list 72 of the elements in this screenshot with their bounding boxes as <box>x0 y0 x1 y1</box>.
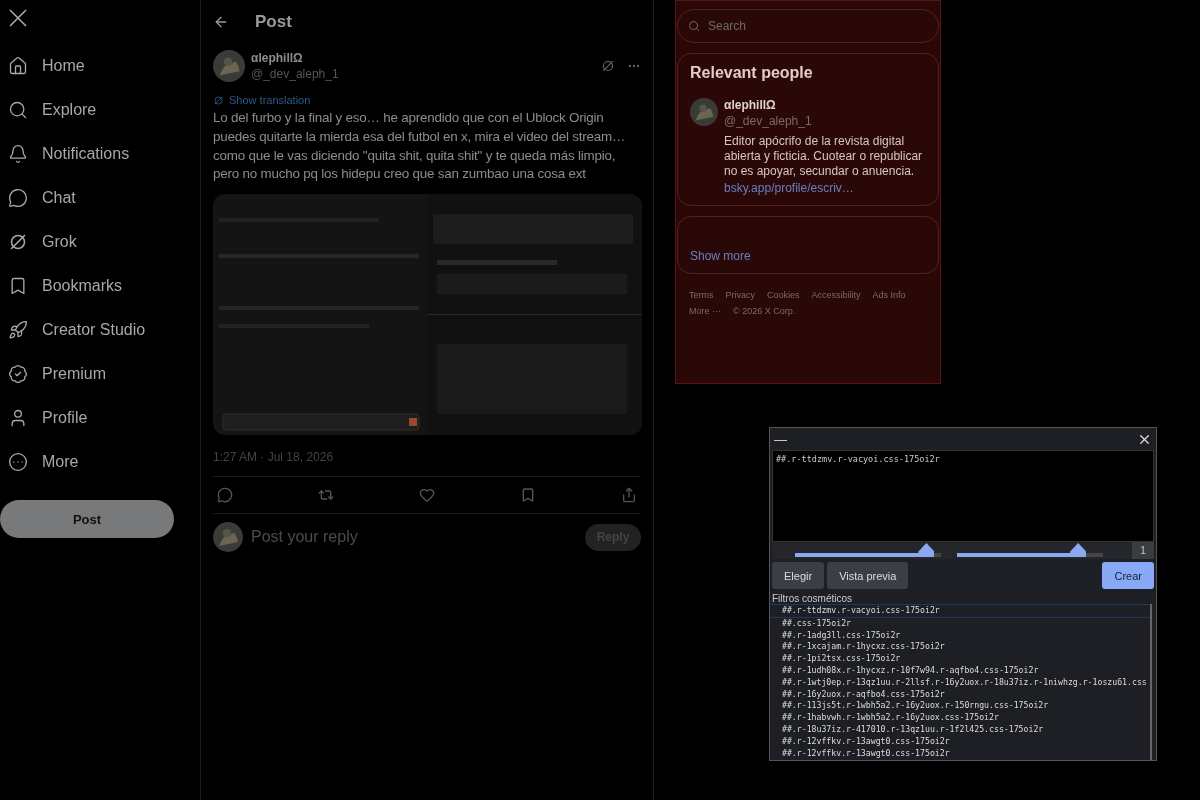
slider[interactable] <box>795 543 941 557</box>
footer-link[interactable]: Privacy <box>725 290 755 300</box>
footer-link[interactable]: Terms <box>689 290 714 300</box>
filter-item[interactable]: ##.r-12vffkv.r-13awgt0.css-175oi2r <box>770 735 1150 748</box>
nav-item[interactable]: Chat <box>0 176 200 220</box>
reply-icon[interactable] <box>217 487 233 504</box>
person-name[interactable]: αlephillΩ <box>724 98 926 112</box>
person-handle[interactable]: @_dev_aleph_1 <box>724 114 926 128</box>
filter-item[interactable]: ##.r-113js5t.r-1wbh5a2.r-16y2uox.r-150rngu.css-175oi2r <box>770 700 1150 713</box>
filter-item[interactable]: ##.r-1habvwh.r-1wbh5a2.r-16y2uox.css-175oi2r <box>770 712 1150 724</box>
page-title: Post <box>255 12 292 32</box>
search-icon <box>8 100 28 120</box>
more-icon <box>8 452 28 472</box>
grok-icon <box>8 232 28 252</box>
footer-link[interactable]: Ads Info <box>872 290 906 300</box>
home-icon <box>8 56 28 76</box>
badge-icon <box>8 364 28 384</box>
like-icon[interactable] <box>419 487 435 504</box>
footer-link[interactable]: More ··· <box>689 306 721 316</box>
avatar <box>690 98 718 126</box>
author-name[interactable]: αlephillΩ <box>251 51 595 65</box>
x-logo[interactable] <box>8 8 28 28</box>
search-input[interactable]: Search <box>706 18 865 34</box>
filter-item[interactable]: ##.css-175oi2r <box>770 617 1150 630</box>
nav-item[interactable]: Bookmarks <box>0 264 200 308</box>
nav-item[interactable]: Creator Studio <box>0 308 200 352</box>
nav-item[interactable]: Notifications <box>0 132 200 176</box>
footer-link[interactable]: Cookies <box>767 290 800 300</box>
match-count: 1 <box>1132 542 1154 559</box>
minimize-button[interactable]: — <box>774 431 787 447</box>
search-icon <box>688 20 700 32</box>
filter-item[interactable]: ##.r-18u37iz.r-417010.r-13qz1uu.r-1f2l425.css-175oi2r <box>770 723 1150 736</box>
bookmark-icon[interactable] <box>520 487 536 504</box>
nav-item[interactable]: Home <box>0 44 200 88</box>
post-text: Lo del furbo y la final y eso… he aprendido que con el Ublock Origin puedes quitarte la mierda esa del futbol en x, mira el video del stream… como que le vas diciendo "quita shit, quita shit" y te queda más limpio, pero no mucho pq los hidepu creo que san zumbao una cosa ext <box>213 109 627 184</box>
grok-icon[interactable] <box>601 59 615 73</box>
footer-link[interactable]: © 2026 X Corp. <box>733 306 796 316</box>
filter-item[interactable]: ##.r-12vffkv.r-13awgt0.css-175oi2r <box>770 747 1150 760</box>
nav-item[interactable]: Profile <box>0 396 200 440</box>
nav-item[interactable]: More <box>0 440 200 484</box>
reply-field[interactable]: Post your reply <box>249 527 579 548</box>
filter-editor[interactable]: ##.r-ttdzmv.r-vacyoi.css-175oi2r <box>772 450 1154 542</box>
avatar <box>213 50 245 82</box>
filter-item[interactable]: ##.r-16y2uox.r-aqfbo4.css-175oi2r <box>770 688 1150 701</box>
filter-item[interactable]: ##.r-ttdzmv.r-vacyoi.css-175oi2r <box>770 604 1150 618</box>
card-title: Relevant people <box>690 64 814 82</box>
picker-button[interactable]: Elegir <box>772 562 825 589</box>
picker-button[interactable]: Crear <box>1102 562 1154 589</box>
filter-item[interactable]: ##.r-1xcajam.r-1hycxz.css-175oi2r <box>770 641 1150 654</box>
footer-link[interactable]: Accessibility <box>811 290 861 300</box>
filter-item[interactable]: ##.r-1udh08x.r-1hycxz.r-10f7w94.r-aqfbo4.css-175oi2r <box>770 665 1150 677</box>
rocket-icon <box>8 320 28 340</box>
slider[interactable] <box>957 543 1103 557</box>
bell-icon <box>8 144 28 164</box>
bio-link[interactable]: bsky.app/profile/escriv… <box>724 181 926 195</box>
filter-item[interactable]: ##.r-1wtj0ep.r-13qz1uu.r-2llsf.r-16y2uox.r-18u37iz.r-1niwhzg.r-1oszu61.css <box>770 676 1150 689</box>
person-bio: Editor apócrifo de la revista digital abierta y ficticia. Cuotear o republicar no es apoyar, secundar o anuencia. <box>724 134 924 179</box>
post-button[interactable]: Post <box>0 500 174 538</box>
slider-thumb[interactable] <box>1070 543 1087 557</box>
share-icon[interactable] <box>621 487 637 504</box>
show-more-link[interactable]: Show more <box>690 249 926 263</box>
filter-item[interactable]: ##.r-1pi2tsx.css-175oi2r <box>770 653 1150 665</box>
picker-button[interactable]: Vista previa <box>827 562 909 589</box>
filter-item[interactable]: ##.r-1adg3ll.css-175oi2r <box>770 629 1150 642</box>
list-title: Filtros cosméticos <box>772 593 853 604</box>
avatar <box>213 522 243 553</box>
translate-icon <box>213 94 224 106</box>
nav-item[interactable]: Premium <box>0 352 200 396</box>
slider-thumb[interactable] <box>918 543 935 557</box>
chat-icon <box>8 188 28 208</box>
nav-item[interactable]: Grok <box>0 220 200 264</box>
nav-item[interactable]: Explore <box>0 88 200 132</box>
